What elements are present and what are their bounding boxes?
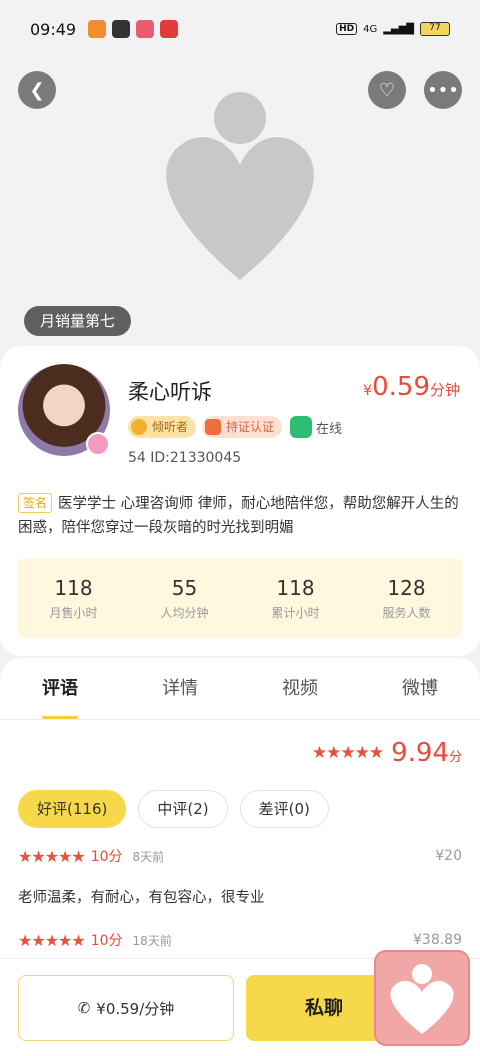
signal-bars-icon: ▂▄▆█ (383, 23, 414, 35)
hd-icon: HD (336, 23, 358, 35)
review-filters: 好评(116) 中评(2) 差评(0) (18, 790, 329, 828)
stat-value: 118 (54, 576, 93, 600)
price-per-minute: ¥0.59分钟 (363, 372, 460, 402)
bio: 签名 医学学士 心理咨询师 律师，耐心地陪伴您，帮助您解开人生的困惑，陪伴您穿过一… (18, 492, 464, 540)
stat-label: 月售小时 (49, 606, 98, 620)
cover-image: ❮ ♡ ••• 月销量第七 (0, 58, 480, 358)
rating-score: 9.94分 (391, 738, 462, 768)
stat-value: 128 (387, 576, 426, 600)
stat-value: 118 (276, 576, 315, 600)
certified-tag: 持证认证 (202, 416, 283, 438)
rating-stars-icon: ★★★★★ (311, 743, 384, 763)
more-dots-icon: ••• (427, 79, 459, 101)
bio-text: 医学学士 心理咨询师 律师，耐心地陪伴您，帮助您解开人生的困惑，陪伴您穿过一段灰… (18, 496, 459, 536)
rating-score-value: 9.94 (391, 738, 449, 768)
listener-tag-label: 倾听者 (152, 420, 189, 434)
profile-card: 柔心听诉 ¥0.59分钟 倾听者 持证认证 在线 54 ID:21330045 … (0, 346, 480, 656)
review-stars-icon: ★★★★★ (18, 846, 86, 866)
tab-reviews[interactable]: 评语 (0, 658, 120, 719)
price-unit: 分钟 (429, 381, 460, 399)
stat-monthly-hours: 118 月售小时 (18, 558, 129, 638)
status-time: 09:49 (30, 19, 77, 39)
status-indicators: HD 4G ▂▄▆█ 77 (336, 22, 450, 36)
price-symbol: ¥ (363, 383, 373, 399)
review-item: ★★★★★ 10分 18天前 ¥38.89 (18, 930, 462, 950)
price-value: 0.59 (372, 372, 430, 402)
heart-outline-icon: ♡ (378, 79, 396, 101)
rank-badge: 月销量第七 (24, 306, 132, 336)
chevron-left-icon: ❮ (29, 79, 45, 101)
stat-label: 人均分钟 (160, 606, 209, 620)
tab-videos[interactable]: 视频 (240, 658, 360, 719)
online-status: 在线 (290, 416, 342, 438)
stat-label: 服务人数 (382, 606, 431, 620)
listener-tag: 倾听者 (128, 416, 197, 438)
listener-name: 柔心听诉 (128, 380, 212, 404)
app-notification-icon (136, 20, 155, 38)
stat-label: 累计小时 (271, 606, 320, 620)
battery-icon: 77 (420, 22, 450, 36)
status-bar: 09:49 HD 4G ▂▄▆█ 77 (0, 0, 480, 58)
stat-value: 55 (171, 576, 198, 600)
filter-neutral-button[interactable]: 中评(2) (138, 790, 228, 828)
stat-total-hours: 118 累计小时 (240, 558, 351, 638)
stats-panel: 118 月售小时 55 人均分钟 118 累计小时 128 服务人数 (18, 558, 462, 638)
filter-negative-button[interactable]: 差评(0) (239, 790, 329, 828)
stat-avg-minutes: 55 人均分钟 (129, 558, 240, 638)
rating-unit: 分 (448, 750, 462, 765)
call-button[interactable]: ✆ ¥0.59/分钟 (18, 975, 234, 1041)
review-time: 18天前 (132, 933, 172, 948)
floating-app-logo-icon[interactable] (374, 950, 470, 1046)
weibo-notification-icon (88, 20, 107, 38)
avatar-badge-icon (86, 432, 110, 456)
overall-rating: ★★★★★ 9.94分 (312, 738, 462, 768)
tab-bar: 评语 详情 视频 微博 (0, 658, 480, 720)
id-line: 54 ID:21330045 (128, 450, 242, 466)
review-points: 10分 (90, 849, 123, 865)
phone-icon: ✆ (77, 999, 91, 1017)
review-amount: ¥20 (435, 848, 462, 864)
tab-details[interactable]: 详情 (120, 658, 240, 719)
tab-weibo[interactable]: 微博 (360, 658, 480, 719)
signature-label: 签名 (18, 493, 53, 513)
back-button[interactable]: ❮ (18, 71, 56, 109)
favorite-button[interactable]: ♡ (368, 71, 406, 109)
shield-check-icon (205, 419, 222, 435)
wechat-notification-icon (112, 20, 131, 38)
chat-bubble-icon (290, 416, 313, 438)
review-stars-icon: ★★★★★ (18, 930, 86, 950)
review-amount: ¥38.89 (413, 932, 462, 948)
tag-row: 倾听者 持证认证 在线 (128, 416, 342, 438)
stat-clients-served: 128 服务人数 (351, 558, 462, 638)
review-item: ★★★★★ 10分 8天前 ¥20 老师温柔，有耐心，有包容心，很专业 (18, 846, 462, 907)
call-button-label: ¥0.59/分钟 (96, 999, 175, 1018)
app-notification-icon-2 (160, 20, 179, 38)
certified-tag-label: 持证认证 (226, 420, 275, 434)
listener-badge-icon (131, 419, 147, 435)
review-points: 10分 (90, 933, 123, 949)
review-time: 8天前 (132, 849, 165, 864)
more-button[interactable]: ••• (424, 71, 462, 109)
review-text: 老师温柔，有耐心，有包容心，很专业 (18, 890, 265, 906)
online-label: 在线 (316, 421, 343, 437)
placeholder-logo-icon (166, 92, 314, 280)
filter-positive-button[interactable]: 好评(116) (18, 790, 127, 828)
heart-person-icon (390, 964, 454, 1034)
signal-icon: 4G (363, 23, 378, 35)
